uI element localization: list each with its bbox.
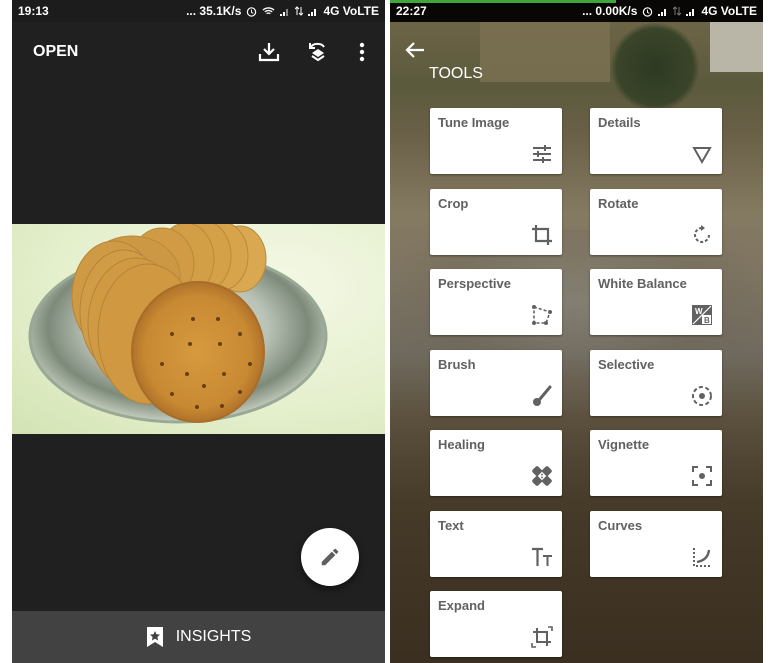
page-margin — [763, 0, 776, 663]
open-button[interactable]: OPEN — [33, 43, 78, 61]
tool-label: Perspective — [438, 276, 511, 291]
healing-icon — [532, 466, 552, 486]
background-sky — [710, 22, 763, 72]
tool-white-balance[interactable]: White Balance WB — [590, 269, 722, 335]
svg-text:B: B — [704, 316, 710, 325]
svg-text:W: W — [695, 307, 703, 316]
rotate-icon — [694, 225, 710, 243]
tool-label: Rotate — [598, 196, 639, 211]
alarm-icon — [246, 6, 257, 17]
data-transfer-icon — [673, 6, 682, 16]
tools-title: TOOLS — [429, 65, 483, 82]
edited-photo — [12, 224, 385, 434]
status-time: 19:13 — [18, 4, 49, 18]
tool-label: Brush — [438, 357, 476, 372]
bookmark-star-icon — [146, 627, 163, 647]
tool-perspective[interactable]: Perspective — [430, 269, 562, 335]
biscuits-image — [28, 224, 328, 424]
signal-icon — [686, 7, 696, 16]
tool-label: Healing — [438, 437, 485, 452]
insights-label: INSIGHTS — [175, 628, 252, 645]
perspective-icon — [532, 305, 552, 325]
tool-label: Selective — [598, 357, 655, 372]
insights-button[interactable]: INSIGHTS — [12, 611, 385, 663]
curves-icon — [693, 548, 712, 567]
tool-curves[interactable]: Curves — [590, 511, 722, 577]
background-tree — [610, 22, 700, 112]
status-time: 22:27 — [396, 4, 427, 18]
data-transfer-icon — [295, 6, 304, 16]
brush-icon — [533, 385, 552, 406]
tune-icon — [533, 145, 551, 163]
network-speed: ... 35.1K/s — [186, 4, 242, 18]
text-icon — [532, 547, 552, 566]
tool-brush[interactable]: Brush — [430, 350, 562, 416]
status-bar: 22:27 ... 0.00K/s 4G VoLTE — [390, 0, 763, 22]
triangle-down-icon — [692, 147, 712, 165]
tool-rotate[interactable]: Rotate — [590, 189, 722, 255]
arrow-back-icon[interactable] — [404, 40, 426, 60]
tool-label: Details — [598, 115, 641, 130]
tool-text[interactable]: Text — [430, 511, 562, 577]
tool-label: Curves — [598, 518, 643, 533]
selective-icon — [692, 386, 712, 406]
app-toolbar: OPEN — [12, 22, 385, 82]
download-icon[interactable] — [257, 40, 281, 64]
more-vert-icon[interactable] — [350, 40, 374, 64]
tool-selective[interactable]: Selective — [590, 350, 722, 416]
alarm-icon — [642, 6, 653, 17]
tool-label: Expand — [438, 598, 485, 613]
vignette-icon — [692, 466, 712, 486]
signal-icon — [658, 7, 668, 16]
network-speed: ... 0.00K/s — [582, 4, 638, 18]
expand-icon — [531, 626, 553, 648]
left-screen: 19:13 ... 35.1K/s 4G VoLTE OPEN INSIGHTS — [12, 0, 385, 663]
status-accent-line — [390, 0, 616, 3]
tool-label: White Balance — [598, 276, 687, 291]
right-screen: 22:27 ... 0.00K/s 4G VoLTE TOOLS Tune Im… — [390, 0, 763, 663]
edit-fab-button[interactable] — [301, 528, 359, 586]
crop-icon — [532, 225, 552, 245]
signal-icon — [308, 7, 318, 16]
network-type: 4G VoLTE — [701, 4, 757, 18]
signal-icon — [280, 7, 290, 16]
background-building — [480, 22, 610, 82]
tool-crop[interactable]: Crop — [430, 189, 562, 255]
tool-label: Tune Image — [438, 115, 510, 130]
pencil-icon — [321, 548, 339, 566]
layers-sync-icon[interactable] — [306, 40, 330, 64]
tool-label: Crop — [438, 196, 469, 211]
white-balance-icon: WB — [692, 305, 712, 325]
tool-label: Vignette — [598, 437, 650, 452]
network-type: 4G VoLTE — [323, 4, 379, 18]
status-bar: 19:13 ... 35.1K/s 4G VoLTE — [12, 0, 385, 22]
wifi-icon — [262, 6, 275, 16]
tool-label: Text — [438, 518, 464, 533]
tool-expand[interactable]: Expand — [430, 591, 562, 657]
tool-healing[interactable]: Healing — [430, 430, 562, 496]
tool-details[interactable]: Details — [590, 108, 722, 174]
tool-tune-image[interactable]: Tune Image — [430, 108, 562, 174]
tool-vignette[interactable]: Vignette — [590, 430, 722, 496]
